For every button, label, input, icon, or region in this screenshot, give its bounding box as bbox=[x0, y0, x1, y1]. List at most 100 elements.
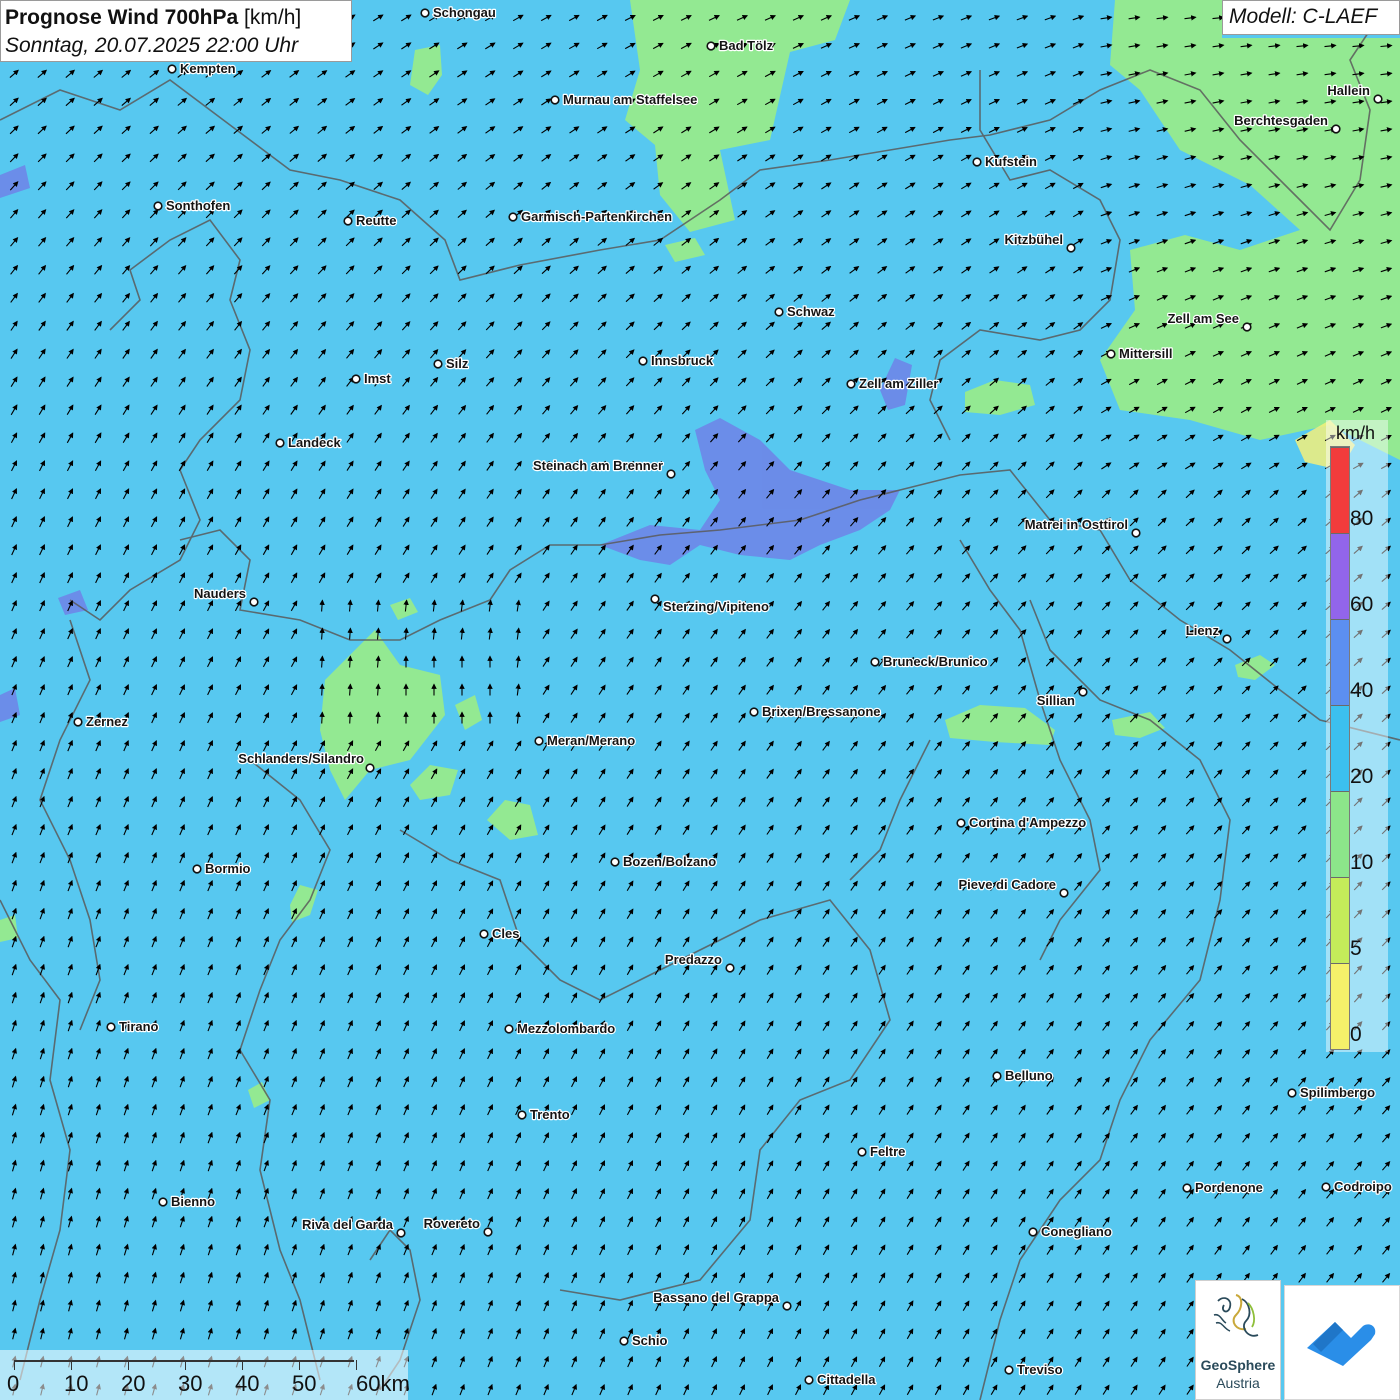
city-label: Bienno bbox=[171, 1194, 215, 1209]
city-label: Pieve di Cadore bbox=[958, 877, 1056, 892]
city-bruneck: Bruneck/Brunico bbox=[870, 653, 989, 670]
scale-label: 10 bbox=[64, 1371, 89, 1396]
map-subtitle: Sonntag, 20.07.2025 22:00 Uhr bbox=[5, 34, 299, 57]
city-garmisch: Garmisch-Partenkirchen bbox=[508, 208, 673, 225]
city-label: Bruneck/Brunico bbox=[883, 654, 988, 669]
scale-tick bbox=[71, 1360, 72, 1370]
geosphere-emblem-icon bbox=[1213, 1294, 1259, 1337]
city-brixen: Brixen/Bressanone bbox=[749, 703, 882, 720]
city-label: Schlanders/Silandro bbox=[238, 751, 364, 766]
city-marker bbox=[550, 95, 560, 105]
city-label: Predazzo bbox=[665, 952, 722, 967]
legend-color-bar bbox=[1330, 446, 1350, 1050]
map-viewport: Schongau Bad Tölz Kempten Murnau am Staffel… bbox=[0, 0, 1400, 1400]
title-panel: Prognose Wind 700hPa [km/h] Sonntag, 20.… bbox=[0, 0, 352, 62]
scale-line bbox=[14, 1360, 354, 1362]
city-label: Bad Tölz bbox=[719, 38, 774, 53]
city-marker bbox=[351, 374, 361, 384]
city-marker bbox=[846, 379, 856, 389]
city-marker bbox=[153, 201, 163, 211]
scale-tick bbox=[242, 1360, 243, 1370]
city-marker bbox=[619, 1336, 629, 1346]
city-marker bbox=[1078, 687, 1088, 697]
geosphere-sub: Austria bbox=[1216, 1375, 1260, 1391]
legend-tick-label: 60 bbox=[1350, 593, 1374, 616]
legend-color-1 bbox=[1331, 877, 1349, 963]
city-label: Mezzolombardo bbox=[517, 1021, 615, 1036]
city-marker bbox=[1182, 1183, 1192, 1193]
city-marker bbox=[508, 212, 518, 222]
city-label: Zernez bbox=[86, 714, 128, 729]
city-marker bbox=[1287, 1088, 1297, 1098]
city-label: Murnau am Staffelsee bbox=[563, 92, 697, 107]
city-label: Zell am See bbox=[1167, 311, 1239, 326]
city-marker bbox=[1222, 634, 1232, 644]
city-marker bbox=[1321, 1182, 1331, 1192]
model-label: Modell: C-LAEF bbox=[1222, 0, 1400, 35]
legend-color-0 bbox=[1331, 963, 1349, 1049]
city-marker bbox=[433, 359, 443, 369]
scale-label: 60km bbox=[356, 1371, 410, 1396]
city-marker bbox=[725, 963, 735, 973]
city-marker bbox=[870, 657, 880, 667]
city-label: Zell am Ziller bbox=[859, 376, 938, 391]
cloud-arrow-icon bbox=[1307, 1322, 1376, 1366]
city-marker bbox=[249, 597, 259, 607]
city-label: Treviso bbox=[1017, 1362, 1063, 1377]
city-marker bbox=[1331, 124, 1341, 134]
scale-label: 50 bbox=[292, 1371, 317, 1396]
wind-arrow bbox=[319, 711, 325, 724]
legend-tick-label: 40 bbox=[1350, 679, 1374, 702]
legend-color-5 bbox=[1331, 533, 1349, 619]
city-label: Kitzbühel bbox=[1005, 232, 1064, 247]
city-marker bbox=[106, 1022, 116, 1032]
city-marker bbox=[972, 157, 982, 167]
city-label: Berchtesgaden bbox=[1234, 113, 1328, 128]
city-label: Sterzing/Vipiteno bbox=[663, 599, 769, 614]
city-label: Cles bbox=[492, 926, 519, 941]
legend-tick-label: 0 bbox=[1350, 1023, 1362, 1046]
legend-tick-label: 5 bbox=[1350, 937, 1362, 960]
city-sterzing: Sterzing/Vipiteno bbox=[650, 594, 770, 615]
scale-label: 40 bbox=[235, 1371, 260, 1396]
city-marker bbox=[479, 929, 489, 939]
city-marker bbox=[396, 1228, 406, 1238]
city-label: Brixen/Bressanone bbox=[762, 704, 881, 719]
city-cortina: Cortina d'Ampezzo bbox=[956, 814, 1087, 831]
city-label: Cittadella bbox=[817, 1372, 876, 1387]
city-marker bbox=[1373, 94, 1383, 104]
city-mezzolombardo: Mezzolombardo bbox=[504, 1020, 616, 1037]
wind-arrow bbox=[319, 683, 325, 696]
city-label: Trento bbox=[530, 1107, 570, 1122]
geosphere-name: GeoSphere bbox=[1200, 1357, 1276, 1373]
city-label: Silz bbox=[446, 356, 469, 371]
city-marker bbox=[774, 307, 784, 317]
city-label: Imst bbox=[364, 371, 391, 386]
weather-app-logo[interactable] bbox=[1284, 1285, 1400, 1400]
city-label: Codroipo bbox=[1334, 1179, 1392, 1194]
city-label: Conegliano bbox=[1041, 1224, 1112, 1239]
city-label: Steinach am Brenner bbox=[533, 458, 663, 473]
city-marker bbox=[804, 1375, 814, 1385]
city-marker bbox=[1004, 1365, 1014, 1375]
city-label: Reutte bbox=[356, 213, 396, 228]
city-label: Spilimbergo bbox=[1300, 1085, 1375, 1100]
city-bozen: Bozen/Bolzano bbox=[610, 853, 717, 870]
city-label: Landeck bbox=[288, 435, 342, 450]
city-marker bbox=[782, 1301, 792, 1311]
wind-arrow bbox=[347, 711, 353, 724]
city-label: Hallein bbox=[1327, 83, 1370, 98]
city-label: Feltre bbox=[870, 1144, 905, 1159]
city-innsbruck: Innsbruck bbox=[638, 352, 715, 369]
city-marker bbox=[1066, 243, 1076, 253]
city-murnau: Murnau am Staffelsee bbox=[550, 91, 699, 108]
city-marker bbox=[956, 818, 966, 828]
city-marker bbox=[343, 216, 353, 226]
city-marker bbox=[420, 8, 430, 18]
city-label: Lienz bbox=[1186, 623, 1220, 638]
city-conegliano: Conegliano bbox=[1028, 1223, 1113, 1240]
city-marker bbox=[992, 1071, 1002, 1081]
city-label: Nauders bbox=[194, 586, 246, 601]
scale-tick bbox=[299, 1360, 300, 1370]
legend-color-3 bbox=[1331, 705, 1349, 791]
